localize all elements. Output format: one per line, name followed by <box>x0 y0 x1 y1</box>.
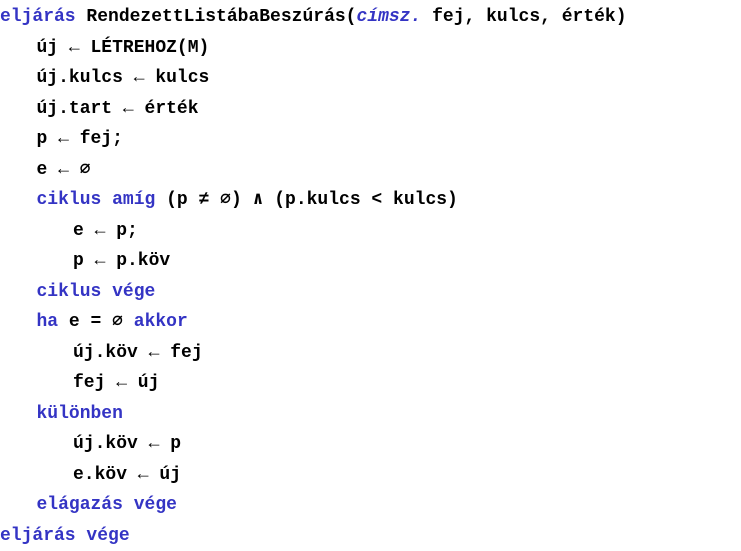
code-line: különben <box>0 399 741 430</box>
code-line: e.köv ← új <box>0 460 741 491</box>
pseudocode-block: eljárás RendezettListábaBeszúrás(címsz. … <box>0 2 741 551</box>
code-token: p ← p.köv <box>73 251 170 271</box>
code-line: ciklus vége <box>0 277 741 308</box>
keyword-token: eljárás vége <box>0 526 130 546</box>
code-token: e.köv ← új <box>73 465 181 485</box>
code-token: e ← p; <box>73 221 138 241</box>
code-line: ha e = ∅ akkor <box>0 307 741 338</box>
code-line: új.kulcs ← kulcs <box>0 63 741 94</box>
code-line: ciklus amíg (p ≠ ∅) ∧ (p.kulcs < kulcs) <box>0 185 741 216</box>
code-line: e ← ∅ <box>0 155 741 186</box>
code-token: új.tart ← érték <box>37 99 199 119</box>
code-line: p ← fej; <box>0 124 741 155</box>
code-token: új.köv ← fej <box>73 343 203 363</box>
keyword-token: eljárás <box>0 7 76 27</box>
code-line: új.tart ← érték <box>0 94 741 125</box>
code-token: e ← ∅ <box>37 160 91 180</box>
keyword-token: elágazás vége <box>37 495 177 515</box>
code-line: eljárás RendezettListábaBeszúrás(címsz. … <box>0 2 741 33</box>
keyword-token: ciklus amíg <box>37 190 156 210</box>
code-line: elágazás vége <box>0 490 741 521</box>
code-line: új.köv ← p <box>0 429 741 460</box>
code-token: új.köv ← p <box>73 434 181 454</box>
keyword-token: címsz. <box>356 7 421 27</box>
code-token: e = ∅ <box>58 312 134 332</box>
code-line: eljárás vége <box>0 521 741 551</box>
code-token: p ← fej; <box>37 129 123 149</box>
keyword-token: akkor <box>134 312 188 332</box>
code-token: (p ≠ ∅) ∧ (p.kulcs < kulcs) <box>155 190 458 210</box>
code-line: új ← LÉTREHOZ(M) <box>0 33 741 64</box>
keyword-token: ha <box>37 312 59 332</box>
code-token: új ← LÉTREHOZ(M) <box>37 38 210 58</box>
code-token: fej ← új <box>73 373 159 393</box>
code-line: fej ← új <box>0 368 741 399</box>
keyword-token: különben <box>37 404 123 424</box>
code-line: p ← p.köv <box>0 246 741 277</box>
code-token: fej, kulcs, érték) <box>421 7 626 27</box>
code-line: új.köv ← fej <box>0 338 741 369</box>
code-line: e ← p; <box>0 216 741 247</box>
keyword-token: ciklus vége <box>37 282 156 302</box>
code-token: új.kulcs ← kulcs <box>37 68 210 88</box>
code-token: RendezettListábaBeszúrás( <box>76 7 357 27</box>
